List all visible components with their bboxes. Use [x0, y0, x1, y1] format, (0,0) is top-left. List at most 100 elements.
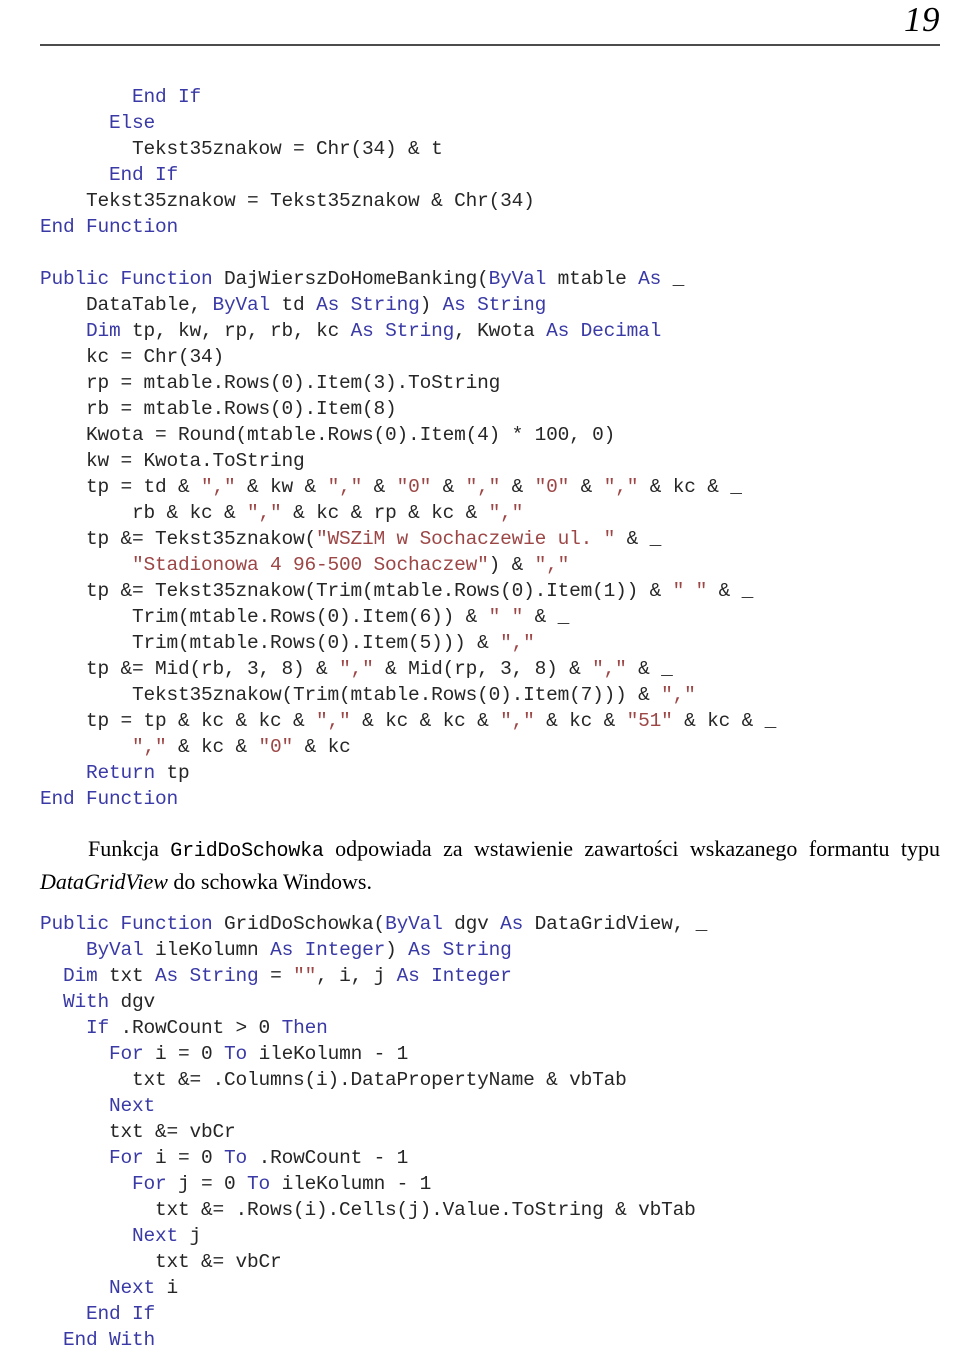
code-token: & _	[707, 580, 754, 602]
code-token: , Kwota	[454, 320, 547, 342]
code-token: End Function	[40, 788, 179, 810]
code-token: .RowCount > 0	[109, 1017, 282, 1039]
code-token: ByVal	[86, 939, 144, 961]
page-header: 19	[40, 0, 940, 60]
code-token: & kc & _	[638, 476, 742, 498]
code-token: ByVal	[212, 294, 271, 316]
code-token: To	[247, 1173, 271, 1195]
code-token: txt &= vbCr	[40, 1121, 236, 1143]
code-token: End If	[109, 164, 179, 186]
code-token: dgv	[109, 991, 156, 1013]
code-line: txt &= .Rows(i).Cells(j).Value.ToString …	[40, 1197, 940, 1223]
code-token: & _	[626, 658, 673, 680]
code-line: Dim tp, kw, rp, rb, kc As String, Kwota …	[40, 318, 940, 344]
code-token: Dim	[86, 320, 121, 342]
code-token: End If	[86, 1303, 156, 1325]
code-token: As String	[316, 294, 420, 316]
code-line: Next i	[40, 1275, 940, 1301]
inline-code: GridDoSchowka	[170, 840, 324, 863]
code-token: "0"	[534, 476, 570, 498]
code-token: "0"	[258, 736, 294, 758]
code-line: ByVal ileKolumn As Integer) As String	[40, 937, 940, 963]
code-token: As Integer	[270, 939, 386, 961]
code-line: Tekst35znakow = Chr(34) & t	[40, 136, 940, 162]
code-line: If .RowCount > 0 Then	[40, 1015, 940, 1041]
code-token: If	[86, 1017, 110, 1039]
code-line: rb & kc & "," & kc & rp & kc & ","	[40, 500, 940, 526]
code-line: rp = mtable.Rows(0).Item(3).ToString	[40, 370, 940, 396]
code-token: ","	[500, 632, 535, 654]
code-line: Trim(mtable.Rows(0).Item(6)) & " " & _	[40, 604, 940, 630]
code-token: )	[419, 294, 443, 316]
code-token: For	[109, 1147, 144, 1169]
code-token: GridDoSchowka(	[212, 913, 386, 935]
code-token: i	[155, 1277, 179, 1299]
code-token: rp = mtable.Rows(0).Item(3).ToString	[40, 372, 501, 394]
code-token: Public Function	[40, 913, 213, 935]
code-line: tp = td & "," & kw & "," & "0" & "," & "…	[40, 474, 940, 500]
code-token: ","	[327, 476, 363, 498]
code-token: ByVal	[385, 913, 443, 935]
code-token: ","	[316, 710, 351, 732]
code-line: tp &= Tekst35znakow(Trim(mtable.Rows(0).…	[40, 578, 940, 604]
page-content: End If Else Tekst35znakow = Chr(34) & t …	[40, 84, 940, 1353]
code-token: Kwota = Round(mtable.Rows(0).Item(4) * 1…	[40, 424, 616, 446]
code-token: " "	[488, 606, 524, 628]
code-line: Next	[40, 1093, 940, 1119]
code-line: kw = Kwota.ToString	[40, 448, 940, 474]
code-line: End If	[40, 84, 940, 110]
code-token: To	[224, 1043, 248, 1065]
code-token: As	[500, 913, 524, 935]
code-line: tp &= Mid(rb, 3, 8) & "," & Mid(rp, 3, 8…	[40, 656, 940, 682]
code-line: For i = 0 To ileKolumn - 1	[40, 1041, 940, 1067]
code-line: Tekst35znakow(Trim(mtable.Rows(0).Item(7…	[40, 682, 940, 708]
code-token: As Decimal	[546, 320, 662, 342]
code-line: Public Function GridDoSchowka(ByVal dgv …	[40, 911, 940, 937]
code-token: & kc & rp & kc &	[281, 502, 489, 524]
code-line: End If	[40, 1301, 940, 1327]
code-token: kc = Chr(34)	[40, 346, 225, 368]
code-token: Next	[109, 1095, 156, 1117]
code-token: )	[385, 939, 409, 961]
code-line: For i = 0 To .RowCount - 1	[40, 1145, 940, 1171]
code-token: DajWierszDoHomeBanking(	[212, 268, 489, 290]
code-token: rb & kc &	[40, 502, 248, 524]
code-token: &	[431, 476, 466, 498]
code-line: txt &= .Columns(i).DataPropertyName & vb…	[40, 1067, 940, 1093]
code-token: ""	[293, 965, 317, 987]
code-token: As	[638, 268, 662, 290]
code-token: & kc &	[534, 710, 627, 732]
code-token: End Function	[40, 216, 179, 238]
code-token: Trim(mtable.Rows(0).Item(6)) &	[40, 606, 489, 628]
code-token: j	[178, 1225, 202, 1247]
code-token: ","	[465, 476, 501, 498]
code-token: ","	[500, 710, 535, 732]
code-token: ByVal	[488, 268, 547, 290]
code-token: i = 0	[143, 1147, 225, 1169]
code-line: Dim txt As String = "", i, j As Integer	[40, 963, 940, 989]
code-token: Dim	[63, 965, 98, 987]
code-token: "WSZiM w Sochaczewie ul. "	[316, 528, 616, 550]
code-token: & _	[615, 528, 662, 550]
code-token: & kw &	[235, 476, 328, 498]
page-number: 19	[904, 0, 940, 39]
code-token: Else	[109, 112, 156, 134]
code-token: &	[569, 476, 604, 498]
code-token: DataTable,	[40, 294, 213, 316]
code-line: "," & kc & "0" & kc	[40, 734, 940, 760]
code-token: ileKolumn - 1	[270, 1173, 432, 1195]
code-token: txt &= .Rows(i).Cells(j).Value.ToString …	[40, 1199, 696, 1221]
